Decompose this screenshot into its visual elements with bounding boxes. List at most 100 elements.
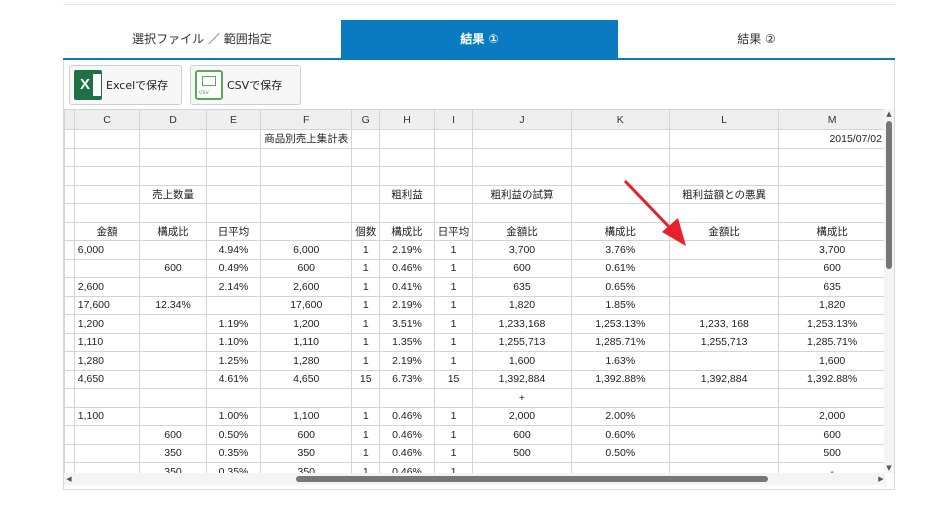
table-cell[interactable]: 350 xyxy=(260,462,353,473)
table-cell[interactable]: 1,392.88% xyxy=(570,369,670,389)
row-header[interactable] xyxy=(64,443,75,463)
table-cell[interactable]: 2.14% xyxy=(205,277,262,297)
row-header[interactable] xyxy=(64,388,75,408)
table-cell[interactable]: 17,600 xyxy=(260,295,353,315)
table-cell[interactable]: 6,000 xyxy=(260,240,353,260)
table-cell[interactable]: 12.34% xyxy=(139,295,207,315)
table-cell[interactable] xyxy=(351,129,381,149)
scroll-up-icon[interactable]: ▲ xyxy=(884,109,894,119)
row-header[interactable] xyxy=(64,166,75,186)
table-cell[interactable]: 1,392,884 xyxy=(472,369,572,389)
table-cell[interactable]: 0.46% xyxy=(379,406,435,426)
table-cell[interactable] xyxy=(205,129,262,149)
table-cell[interactable] xyxy=(472,129,572,149)
row-header[interactable] xyxy=(64,203,75,223)
table-cell[interactable]: 売上数量 xyxy=(139,184,207,204)
row-header[interactable] xyxy=(64,221,75,241)
table-cell[interactable]: 1.10% xyxy=(205,332,262,352)
table-cell[interactable]: 0.46% xyxy=(379,462,435,473)
table-cell[interactable] xyxy=(379,388,435,408)
table-cell[interactable] xyxy=(73,166,141,186)
row-header[interactable] xyxy=(64,332,75,352)
table-cell[interactable]: 1.35% xyxy=(379,332,435,352)
table-cell[interactable]: - xyxy=(778,462,886,473)
horizontal-scroll-thumb[interactable] xyxy=(296,476,768,482)
table-cell[interactable] xyxy=(379,166,435,186)
table-cell[interactable]: 1 xyxy=(433,240,474,260)
table-cell[interactable] xyxy=(260,388,353,408)
table-cell[interactable] xyxy=(351,166,381,186)
row-header[interactable] xyxy=(64,369,75,389)
table-cell[interactable] xyxy=(668,240,780,260)
table-cell[interactable] xyxy=(668,166,780,186)
tab-result-1[interactable]: 結果 ① xyxy=(341,20,618,58)
row-header[interactable] xyxy=(64,258,75,278)
table-cell[interactable] xyxy=(205,147,262,167)
table-cell[interactable]: 0.46% xyxy=(379,258,435,278)
row-header[interactable] xyxy=(64,184,75,204)
table-cell[interactable] xyxy=(433,184,474,204)
table-cell[interactable] xyxy=(139,314,207,334)
table-cell[interactable]: 600 xyxy=(472,258,572,278)
table-cell[interactable]: 2,600 xyxy=(260,277,353,297)
table-cell[interactable] xyxy=(570,129,670,149)
row-header[interactable] xyxy=(64,295,75,315)
save-excel-button[interactable]: X Excelで保存 xyxy=(69,65,182,105)
table-cell[interactable]: 粗利益 xyxy=(379,184,435,204)
table-cell[interactable] xyxy=(570,462,670,473)
table-cell[interactable]: 1,110 xyxy=(73,332,141,352)
table-cell[interactable]: 1 xyxy=(351,425,381,445)
table-cell[interactable] xyxy=(778,166,886,186)
table-cell[interactable]: 日平均 xyxy=(205,221,262,241)
table-cell[interactable] xyxy=(205,184,262,204)
table-cell[interactable] xyxy=(570,388,670,408)
table-cell[interactable]: 1,285.71% xyxy=(570,332,670,352)
table-cell[interactable]: 構成比 xyxy=(570,221,670,241)
tab-file-select[interactable]: 選択ファイル ／ 範囲指定 xyxy=(63,20,341,58)
column-header[interactable]: M xyxy=(778,109,886,130)
table-cell[interactable]: 金額 xyxy=(73,221,141,241)
table-cell[interactable] xyxy=(570,166,670,186)
row-header[interactable] xyxy=(64,147,75,167)
column-header[interactable]: J xyxy=(472,109,572,130)
table-cell[interactable] xyxy=(73,425,141,445)
table-cell[interactable]: 1,600 xyxy=(778,351,886,371)
table-cell[interactable]: 1 xyxy=(351,240,381,260)
table-cell[interactable] xyxy=(73,129,141,149)
table-cell[interactable]: 日平均 xyxy=(433,221,474,241)
table-cell[interactable]: 600 xyxy=(139,258,207,278)
table-cell[interactable] xyxy=(668,351,780,371)
table-cell[interactable]: 15 xyxy=(433,369,474,389)
row-header[interactable] xyxy=(64,462,75,473)
table-cell[interactable]: 350 xyxy=(260,443,353,463)
table-cell[interactable]: 600 xyxy=(778,258,886,278)
table-cell[interactable]: 1 xyxy=(433,295,474,315)
table-cell[interactable]: 0.50% xyxy=(570,443,670,463)
table-cell[interactable] xyxy=(139,388,207,408)
table-cell[interactable]: 3,700 xyxy=(778,240,886,260)
table-cell[interactable]: 1 xyxy=(351,443,381,463)
table-cell[interactable]: 1,285.71% xyxy=(778,332,886,352)
table-cell[interactable] xyxy=(73,258,141,278)
table-cell[interactable]: 1 xyxy=(433,425,474,445)
table-cell[interactable] xyxy=(139,240,207,260)
table-cell[interactable]: 0.46% xyxy=(379,425,435,445)
table-cell[interactable] xyxy=(260,166,353,186)
table-cell[interactable]: 635 xyxy=(472,277,572,297)
table-cell[interactable] xyxy=(139,147,207,167)
scroll-down-icon[interactable]: ▼ xyxy=(884,463,894,473)
table-cell[interactable]: 1 xyxy=(351,406,381,426)
save-csv-button[interactable]: csv CSVで保存 xyxy=(190,65,301,105)
table-cell[interactable]: 1 xyxy=(351,462,381,473)
table-cell[interactable]: 1 xyxy=(351,258,381,278)
table-cell[interactable] xyxy=(379,147,435,167)
table-cell[interactable]: 2.19% xyxy=(379,295,435,315)
table-cell[interactable] xyxy=(668,295,780,315)
table-cell[interactable] xyxy=(260,203,353,223)
table-cell[interactable]: 6,000 xyxy=(73,240,141,260)
table-cell[interactable] xyxy=(139,166,207,186)
table-cell[interactable] xyxy=(668,203,780,223)
table-cell[interactable]: 1,110 xyxy=(260,332,353,352)
row-header[interactable] xyxy=(64,351,75,371)
column-header[interactable]: F xyxy=(260,109,353,130)
